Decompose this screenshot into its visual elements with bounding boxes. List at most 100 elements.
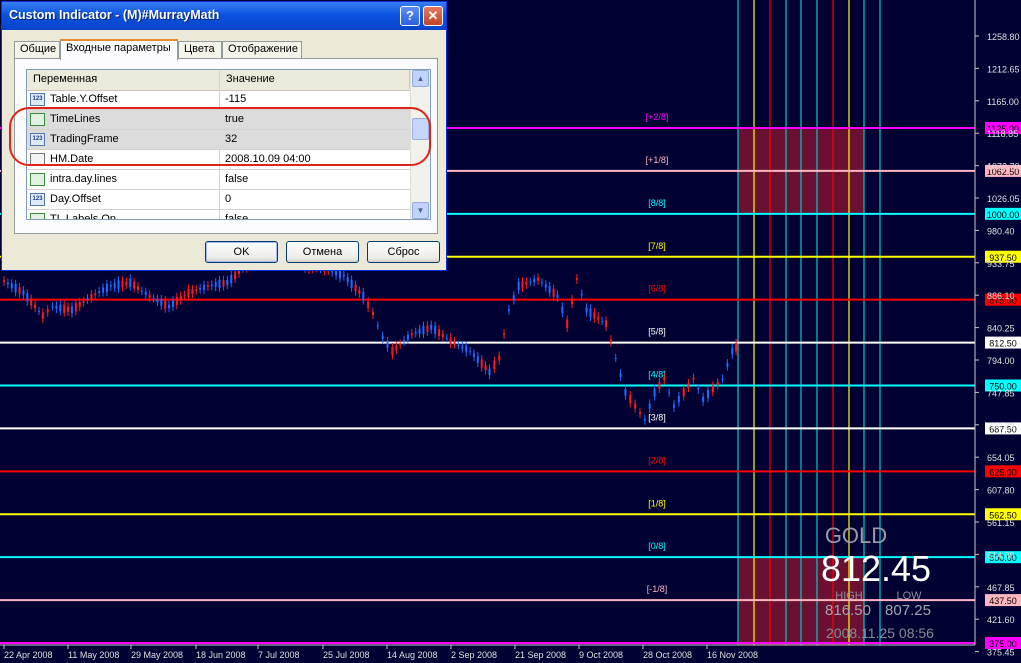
scroll-up-icon[interactable]: ▲ [412, 70, 429, 87]
tab-colors[interactable]: Цвета [178, 41, 222, 58]
candle-body [726, 363, 729, 367]
candle-body [677, 395, 680, 403]
candle-body [529, 281, 532, 283]
candle-body [552, 288, 555, 297]
candle-body [399, 343, 402, 346]
y-tick-label: 980.40 [987, 226, 1015, 236]
x-tick-label: 14 Aug 2008 [387, 650, 438, 660]
quote-datetime: 2008.11.25 08:56 [826, 625, 934, 641]
candle-body [480, 359, 483, 368]
candle-body [26, 293, 29, 302]
param-row[interactable]: 123 TradingFrame 32 [27, 130, 410, 150]
dialog-title: Custom Indicator - (M)#MurrayMath [9, 8, 220, 22]
candle-body [140, 290, 143, 292]
candle-body [484, 365, 487, 371]
y-tick-label: 514.00 [987, 550, 1015, 560]
scroll-down-icon[interactable]: ▼ [412, 202, 429, 219]
column-header-value[interactable]: Значение [220, 70, 410, 89]
candle-body [46, 309, 49, 313]
candle-body [160, 299, 163, 306]
candle-body [386, 341, 389, 348]
candle-body [346, 277, 349, 283]
param-value[interactable]: -115 [225, 90, 246, 109]
tab-visualization[interactable]: Отображение [222, 41, 302, 58]
candle-body [14, 284, 17, 293]
reset-button[interactable]: Сброс [367, 241, 440, 263]
candle-body [30, 298, 33, 306]
param-value[interactable]: 32 [225, 130, 237, 149]
candle-body [597, 316, 600, 320]
ok-button[interactable]: OK [205, 241, 278, 263]
candle-body [453, 341, 456, 345]
param-row[interactable]: intra.day.lines false [27, 170, 410, 190]
candle-body [585, 307, 588, 313]
candle-body [22, 290, 25, 296]
candle-body [90, 293, 93, 299]
candle-body [338, 270, 341, 279]
candle-body [533, 278, 536, 283]
param-value[interactable]: false [225, 210, 248, 219]
candle-body [731, 347, 734, 355]
candle-body [561, 306, 564, 314]
parameters-grid[interactable]: Переменная Значение 123 Table.Y.Offset -11… [26, 69, 431, 220]
param-row[interactable]: HM.Date 2008.10.09 04:00 [27, 150, 410, 170]
dialog-title-bar[interactable]: Custom Indicator - (M)#MurrayMath ? ✕ [2, 2, 446, 30]
y-tick-label: 1212.65 [987, 64, 1020, 74]
tab-common[interactable]: Общие [14, 41, 60, 58]
candle-body [175, 296, 178, 306]
cancel-button[interactable]: Отмена [286, 241, 359, 263]
candle-body [98, 291, 101, 293]
candle-body [148, 294, 151, 298]
column-header-variable[interactable]: Переменная [27, 70, 220, 89]
param-name: HM.Date [50, 153, 94, 165]
candle-body [687, 383, 690, 388]
param-row[interactable]: 123 Table.Y.Offset -115 [27, 90, 410, 110]
low-value: 807.25 [885, 602, 931, 619]
price-tag-label: 625.00 [989, 467, 1017, 477]
candle-body [556, 294, 559, 298]
x-tick-label: 2 Sep 2008 [451, 650, 497, 660]
murray-octave-label: [3/8] [648, 412, 666, 422]
bool-param-icon [30, 173, 45, 186]
high-value: 816.50 [825, 602, 871, 619]
param-row[interactable]: TL.Labels.On false [27, 210, 410, 219]
candle-body [488, 368, 491, 376]
candle-body [544, 284, 547, 288]
y-tick-label: 607.80 [987, 486, 1015, 496]
vertical-scrollbar[interactable]: ▲ ▼ [410, 70, 430, 219]
param-value[interactable]: 2008.10.09 04:00 [225, 150, 311, 169]
scroll-thumb[interactable] [412, 118, 429, 140]
candle-body [711, 385, 714, 393]
tab-inputs[interactable]: Входные параметры [60, 39, 178, 60]
candle-body [195, 289, 198, 291]
y-tick-label: 654.05 [987, 453, 1015, 463]
param-value[interactable]: true [225, 110, 244, 129]
bool-param-icon [30, 213, 45, 219]
datetime-param-icon [30, 153, 45, 166]
candle-body [342, 274, 345, 277]
candle-body [199, 287, 202, 290]
param-row[interactable]: TimeLines true [27, 110, 410, 130]
screen: [+2/8] 1125.00 [+1/8] 1062.50 [8/8] 1000.00 [7… [0, 0, 1021, 663]
candle-body [653, 388, 656, 397]
y-tick-label: 886.10 [987, 291, 1015, 301]
param-value[interactable]: 0 [225, 190, 231, 209]
candle-body [144, 291, 147, 296]
candle-body [136, 286, 139, 290]
candle-body [67, 306, 70, 312]
help-button[interactable]: ? [400, 6, 420, 26]
y-tick-label: 375.45 [987, 648, 1015, 658]
candle-body [210, 284, 213, 287]
candle-body [117, 280, 120, 289]
close-button[interactable]: ✕ [423, 6, 443, 26]
param-value[interactable]: false [225, 170, 248, 189]
candle-body [601, 320, 604, 322]
x-tick-label: 28 Oct 2008 [643, 650, 692, 660]
candle-body [78, 302, 81, 307]
y-tick-label: 561.15 [987, 518, 1015, 528]
candle-body [430, 324, 433, 330]
low-label: LOW [896, 590, 922, 602]
param-row[interactable]: 123 Day.Offset 0 [27, 190, 410, 210]
candle-body [34, 304, 37, 309]
candle-body [41, 312, 44, 319]
